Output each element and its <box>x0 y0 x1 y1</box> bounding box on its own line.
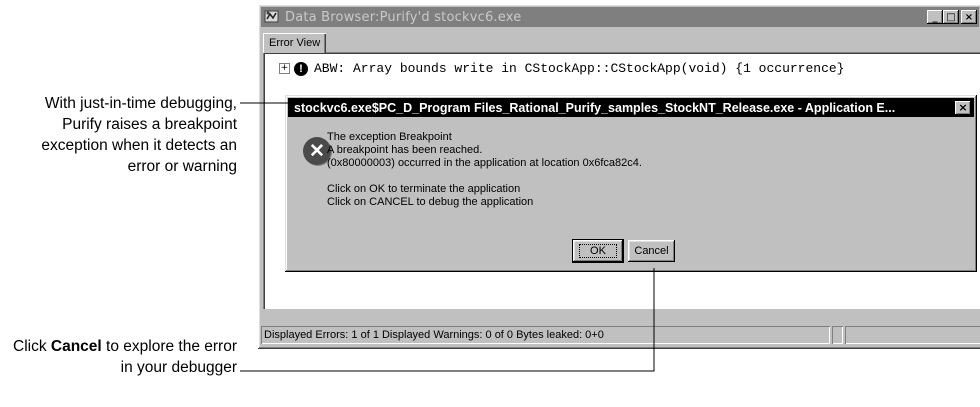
close-button[interactable]: × <box>961 10 977 24</box>
dialog-title: stockvc6.exe$PC_D_Program Files_Rational… <box>294 100 896 115</box>
error-exclamation-icon: ! <box>294 61 308 76</box>
expand-plus-icon[interactable]: + <box>279 63 290 74</box>
dialog-message-line: (0x80000003) occurred in the application… <box>327 157 642 169</box>
error-entry-text: ABW: Array bounds write in CStockApp::CS… <box>314 61 845 76</box>
cancel-callout: Click Cancel to explore the error in you… <box>7 336 237 378</box>
window-title: Data Browser:Purify'd stockvc6.exe <box>285 9 522 25</box>
dialog-title-bar[interactable]: stockvc6.exe$PC_D_Program Files_Rational… <box>288 98 974 117</box>
ok-button[interactable]: OK <box>572 239 624 263</box>
dialog-message-line: Click on CANCEL to debug the application <box>327 196 534 208</box>
cancel-callout-keyword: Cancel <box>50 338 102 355</box>
dialog-message-line: Click on OK to terminate the application <box>327 183 521 195</box>
cancel-button[interactable]: Cancel <box>628 240 675 262</box>
status-panel-empty <box>832 326 843 344</box>
cancel-callout-prefix: Click <box>13 338 51 355</box>
status-bar: Displayed Errors: 1 of 1 Displayed Warni… <box>261 326 980 344</box>
cancel-callout-suffix: to explore the error in your debugger <box>101 338 237 376</box>
dialog-close-button[interactable]: × <box>955 100 971 115</box>
error-tree-item[interactable]: + ! ABW: Array bounds write in CStockApp… <box>279 61 845 76</box>
maximize-button[interactable]: □ <box>943 10 959 24</box>
status-panel-counts: Displayed Errors: 1 of 1 Displayed Warni… <box>261 326 830 344</box>
window-title-bar[interactable]: Data Browser:Purify'd stockvc6.exe _ □ × <box>261 7 979 27</box>
dialog-message-line: The exception Breakpoint <box>327 131 452 143</box>
purify-app-icon <box>264 10 279 23</box>
window-controls: _ □ × <box>927 10 977 24</box>
minimize-button[interactable]: _ <box>927 10 943 24</box>
application-error-dialog: stockvc6.exe$PC_D_Program Files_Rational… <box>285 95 977 272</box>
dialog-message-line: A breakpoint has been reached. <box>327 144 483 156</box>
ok-button-label: OK <box>579 244 617 258</box>
tab-error-view[interactable]: Error View <box>263 33 327 53</box>
jit-debugging-callout: With just-in-time debugging, Purify rais… <box>41 95 237 175</box>
status-panel-empty <box>845 326 980 344</box>
